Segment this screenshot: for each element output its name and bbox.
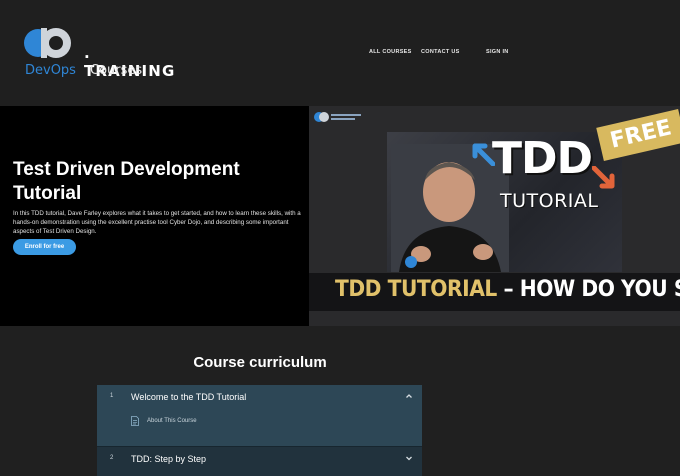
chevron-down-icon[interactable] <box>405 454 413 462</box>
nav-contact-us[interactable]: CONTACT US <box>421 49 460 55</box>
logo-courses-text: Courses <box>90 63 143 78</box>
thumbnail-tdd-text: TDD <box>492 133 593 184</box>
thumbnail-banner-text: TDD TUTORIAL – HOW DO YOU START <box>335 277 680 302</box>
logo[interactable]: . TRAINING DevOps Courses <box>24 25 174 80</box>
curriculum-section[interactable]: 2 TDD: Step by Step <box>97 446 422 476</box>
course-description: In this TDD tutorial, Dave Farley explor… <box>13 210 301 235</box>
document-icon <box>131 416 139 426</box>
arrow-icon-orange <box>592 166 615 189</box>
lesson-label: About This Course <box>147 418 197 424</box>
curriculum-title: Course curriculum <box>193 354 327 371</box>
course-thumbnail[interactable]: TDD TUTORIAL FREE TDD TUTORIAL – HOW DO … <box>309 106 680 326</box>
nav-sign-in[interactable]: SIGN IN <box>486 49 509 55</box>
logo-devops-text: DevOps <box>25 63 76 78</box>
lesson-item[interactable]: About This Course <box>131 416 331 428</box>
section-number: 2 <box>110 455 114 461</box>
banner-accent-text: TDD TUTORIAL <box>335 277 497 302</box>
curriculum-section[interactable]: 1 Welcome to the TDD Tutorial About This… <box>97 385 422 446</box>
hero-section: Test Driven Development Tutorial In this… <box>0 106 680 326</box>
logo-mark-icon <box>24 28 71 58</box>
banner-rest-text: – HOW DO YOU START <box>503 277 680 302</box>
page-title: Test Driven Development Tutorial <box>13 159 240 204</box>
section-number: 1 <box>110 393 114 399</box>
enroll-button[interactable]: Enroll for free <box>13 239 76 255</box>
site-header: . TRAINING DevOps Courses ALL COURSES CO… <box>0 0 680 106</box>
section-title: TDD: Step by Step <box>131 454 207 464</box>
thumbnail-tutorial-text: TUTORIAL <box>500 190 599 212</box>
chevron-up-icon[interactable] <box>405 392 413 400</box>
arrow-icon-blue <box>472 143 495 166</box>
nav-all-courses[interactable]: ALL COURSES <box>369 49 412 55</box>
thumbnail-logo-icon <box>314 112 361 122</box>
section-title: Welcome to the TDD Tutorial <box>131 392 247 402</box>
